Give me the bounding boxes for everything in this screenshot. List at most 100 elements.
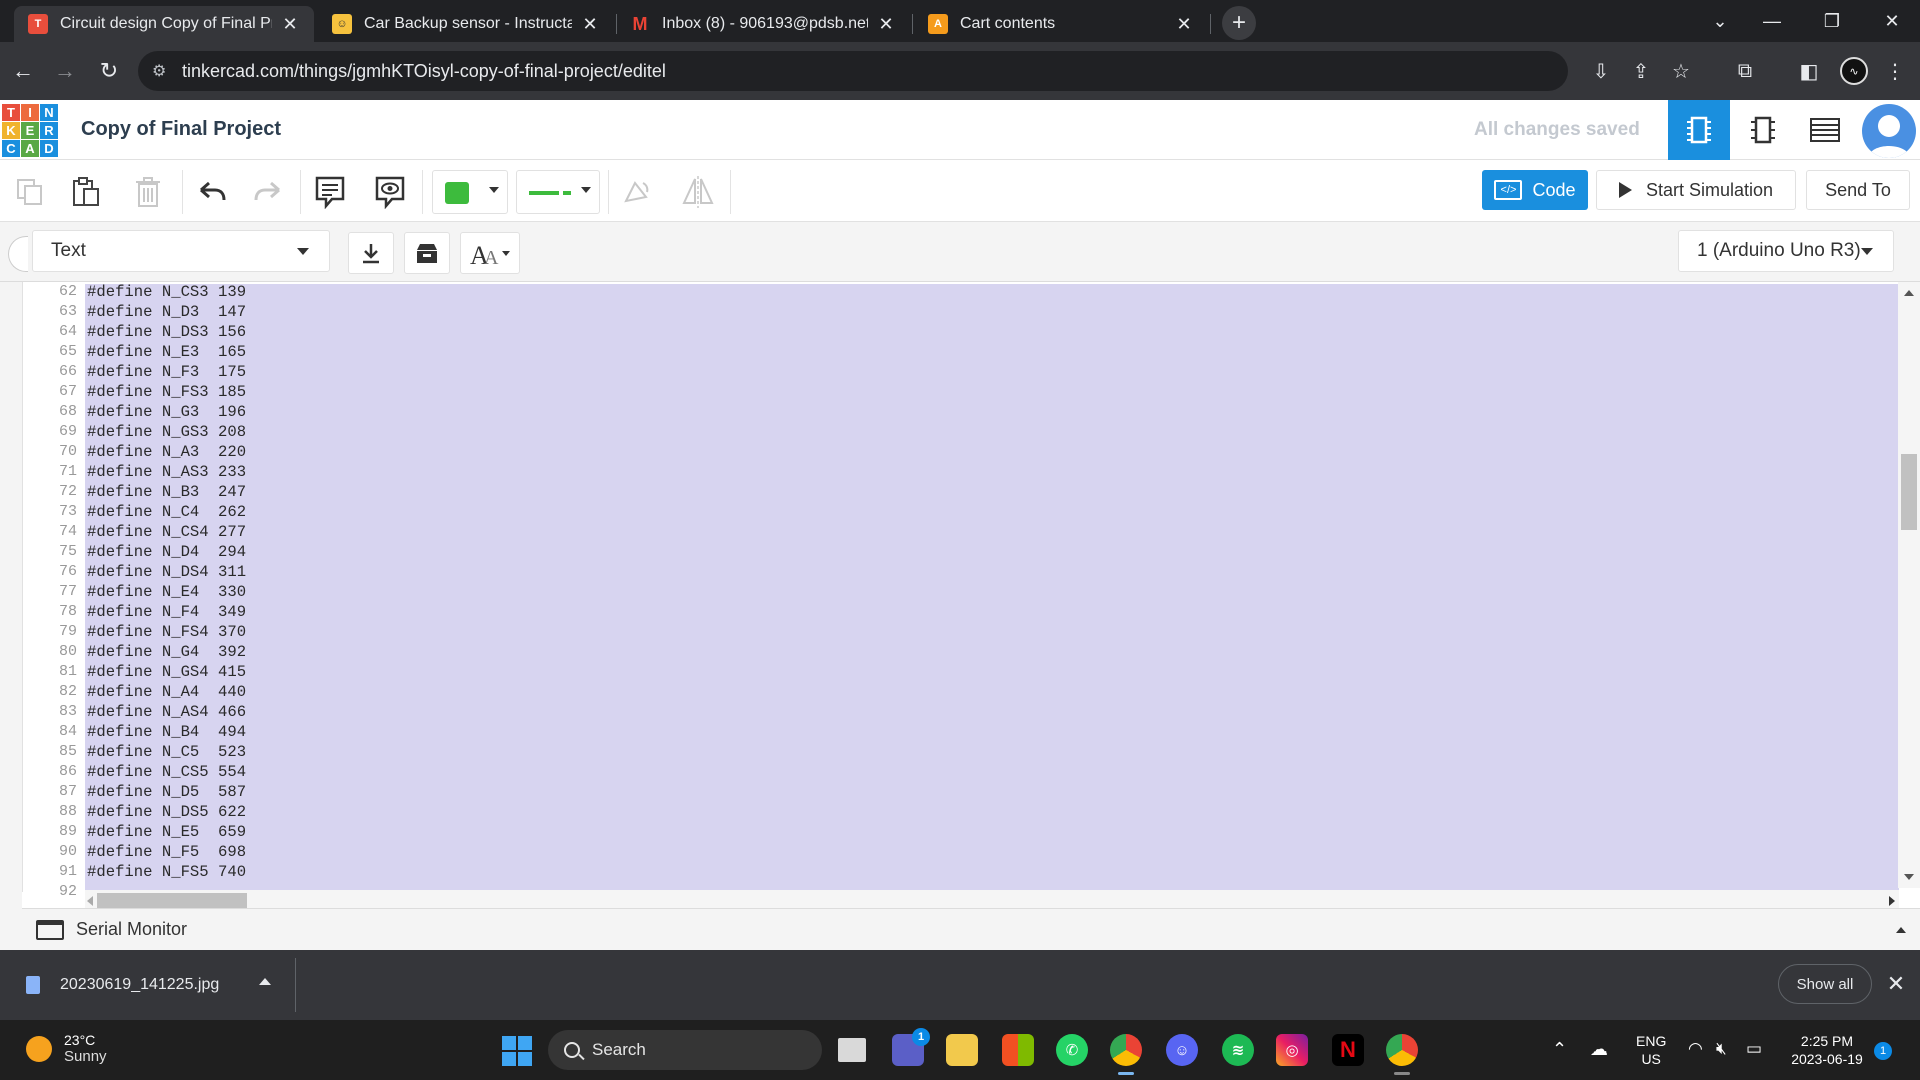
circuit-view-button[interactable] <box>1668 100 1730 160</box>
code-line[interactable]: #define N_CS3 139 <box>87 282 1920 302</box>
language-indicator[interactable]: ENG US <box>1636 1032 1666 1068</box>
copy-button[interactable] <box>12 174 48 210</box>
project-title[interactable]: Copy of Final Project <box>81 118 281 141</box>
code-line[interactable]: #define N_DS5 622 <box>87 802 1920 822</box>
toggle-notes-visibility-button[interactable] <box>372 174 408 210</box>
restore-icon[interactable]: ❐ <box>1804 0 1860 42</box>
scrollbar-thumb[interactable] <box>97 893 247 909</box>
scroll-right-icon[interactable] <box>1889 896 1895 906</box>
send-to-button[interactable]: Send To <box>1806 170 1910 210</box>
code-line[interactable]: #define N_FS4 370 <box>87 622 1920 642</box>
clock[interactable]: 2:25 PM 2023-06-19 <box>1784 1032 1870 1068</box>
close-icon[interactable]: ✕ <box>580 14 600 35</box>
whatsapp-icon[interactable]: ✆ <box>1056 1034 1088 1066</box>
component-list-button[interactable] <box>1794 100 1856 160</box>
color-picker[interactable] <box>432 170 508 214</box>
side-panel-icon[interactable]: ◧ <box>1792 54 1826 88</box>
code-line[interactable]: #define N_GS4 415 <box>87 662 1920 682</box>
code-line[interactable]: #define N_D4 294 <box>87 542 1920 562</box>
windows-start-icon[interactable] <box>502 1036 532 1066</box>
code-line[interactable]: #define N_E5 659 <box>87 822 1920 842</box>
scroll-down-icon[interactable] <box>1904 874 1914 880</box>
code-line[interactable]: #define N_DS4 311 <box>87 562 1920 582</box>
code-line[interactable]: #define N_GS3 208 <box>87 422 1920 442</box>
browser-profile-avatar[interactable]: ∿ <box>1840 57 1868 85</box>
notes-button[interactable] <box>312 174 348 210</box>
microsoft-store-icon[interactable] <box>1002 1034 1034 1066</box>
code-line[interactable]: #define N_B4 494 <box>87 722 1920 742</box>
teams-icon[interactable]: 1 <box>892 1028 930 1066</box>
collapse-panel-handle[interactable] <box>8 236 28 272</box>
weather-widget[interactable]: 23°C Sunny <box>26 1032 107 1065</box>
flip-button[interactable] <box>680 174 716 210</box>
code-line[interactable]: #define N_DS3 156 <box>87 322 1920 342</box>
address-bar[interactable]: ⚙ tinkercad.com/things/jgmhKTOisyl-copy-… <box>138 51 1568 91</box>
chevron-up-icon[interactable] <box>1896 927 1906 933</box>
new-tab-button[interactable]: + <box>1222 6 1256 40</box>
close-icon[interactable]: ✕ <box>280 14 300 35</box>
tab-instructables[interactable]: ☺ Car Backup sensor - Instructabl ✕ <box>318 6 614 42</box>
code-line[interactable]: #define N_AS4 466 <box>87 702 1920 722</box>
paste-button[interactable] <box>68 174 104 210</box>
code-line[interactable]: #define N_E4 330 <box>87 582 1920 602</box>
tab-search-icon[interactable]: ⌄ <box>1692 0 1748 42</box>
code-line[interactable]: #define N_A4 440 <box>87 682 1920 702</box>
serial-monitor-bar[interactable]: Serial Monitor <box>22 908 1920 950</box>
file-explorer-icon[interactable] <box>946 1034 978 1066</box>
code-line[interactable]: #define N_D3 147 <box>87 302 1920 322</box>
chrome-icon[interactable] <box>1110 1034 1142 1066</box>
minimize-icon[interactable]: — <box>1744 0 1800 42</box>
show-all-downloads-button[interactable]: Show all <box>1778 964 1872 1004</box>
close-icon[interactable]: ✕ <box>1174 14 1194 35</box>
code-line[interactable]: #define N_C4 262 <box>87 502 1920 522</box>
close-icon[interactable]: ✕ <box>1882 970 1910 998</box>
task-view-icon[interactable] <box>838 1038 866 1062</box>
redo-button[interactable] <box>250 174 286 210</box>
onedrive-icon[interactable]: ☁ <box>1590 1040 1608 1058</box>
site-info-icon[interactable]: ⚙ <box>152 61 166 81</box>
install-app-icon[interactable]: ⇩ <box>1584 54 1618 88</box>
delete-button[interactable] <box>130 174 166 210</box>
wifi-icon[interactable]: ◠ <box>1688 1040 1703 1058</box>
instagram-icon[interactable]: ◎ <box>1276 1034 1308 1066</box>
code-line[interactable]: #define N_AS3 233 <box>87 462 1920 482</box>
reload-icon[interactable]: ↻ <box>92 54 126 88</box>
share-icon[interactable]: ⇪ <box>1624 54 1658 88</box>
forward-icon[interactable]: → <box>48 54 82 88</box>
code-mode-select[interactable]: Text <box>32 230 330 272</box>
board-select[interactable]: 1 (Arduino Uno R3) <box>1678 230 1894 272</box>
tab-tinkercad[interactable]: T Circuit design Copy of Final Pro ✕ <box>14 6 314 42</box>
font-size-button[interactable]: AA <box>460 232 520 274</box>
taskbar-search[interactable]: Search <box>548 1030 822 1070</box>
code-line[interactable]: #define N_A3 220 <box>87 442 1920 462</box>
rotate-button[interactable] <box>618 174 654 210</box>
code-line[interactable]: #define N_CS4 277 <box>87 522 1920 542</box>
code-line[interactable]: #define N_C5 523 <box>87 742 1920 762</box>
user-avatar[interactable] <box>1862 104 1916 158</box>
code-line[interactable]: #define N_E3 165 <box>87 342 1920 362</box>
vertical-scrollbar[interactable] <box>1898 282 1920 888</box>
wire-style-picker[interactable] <box>516 170 600 214</box>
scroll-left-icon[interactable] <box>87 896 93 906</box>
scroll-up-icon[interactable] <box>1904 290 1914 296</box>
code-line[interactable]: #define N_D5 587 <box>87 782 1920 802</box>
code-editor[interactable]: 62 63 64 65 66 67 68 69 70 71 72 73 74 75 76 77 78 79 80 81… <box>22 282 1920 912</box>
tab-gmail[interactable]: M Inbox (8) - 906193@pdsb.net - ✕ <box>616 6 910 42</box>
volume-muted-icon[interactable]: 🔇︎ <box>1716 1040 1727 1058</box>
battery-icon[interactable]: ▭ <box>1746 1040 1762 1058</box>
code-text-area[interactable]: #define N_CS3 139 #define N_D3 147 #define… <box>85 282 1920 892</box>
notification-badge[interactable]: 1 <box>1874 1042 1892 1060</box>
download-item[interactable]: 20230619_141225.jpg <box>0 958 296 1012</box>
code-line[interactable]: #define N_F3 175 <box>87 362 1920 382</box>
close-icon[interactable]: ✕ <box>876 14 896 35</box>
netflix-icon[interactable]: N <box>1332 1034 1364 1066</box>
close-window-icon[interactable]: ✕ <box>1864 0 1920 42</box>
undo-button[interactable] <box>194 174 230 210</box>
back-icon[interactable]: ← <box>6 54 40 88</box>
start-simulation-button[interactable]: Start Simulation <box>1596 170 1796 210</box>
libraries-button[interactable] <box>404 232 450 274</box>
tinkercad-logo[interactable]: T I N K E R C A D <box>2 104 58 157</box>
spotify-icon[interactable]: ≋ <box>1222 1034 1254 1066</box>
schematic-view-button[interactable] <box>1732 100 1794 160</box>
tab-cart[interactable]: A Cart contents ✕ <box>914 6 1208 42</box>
